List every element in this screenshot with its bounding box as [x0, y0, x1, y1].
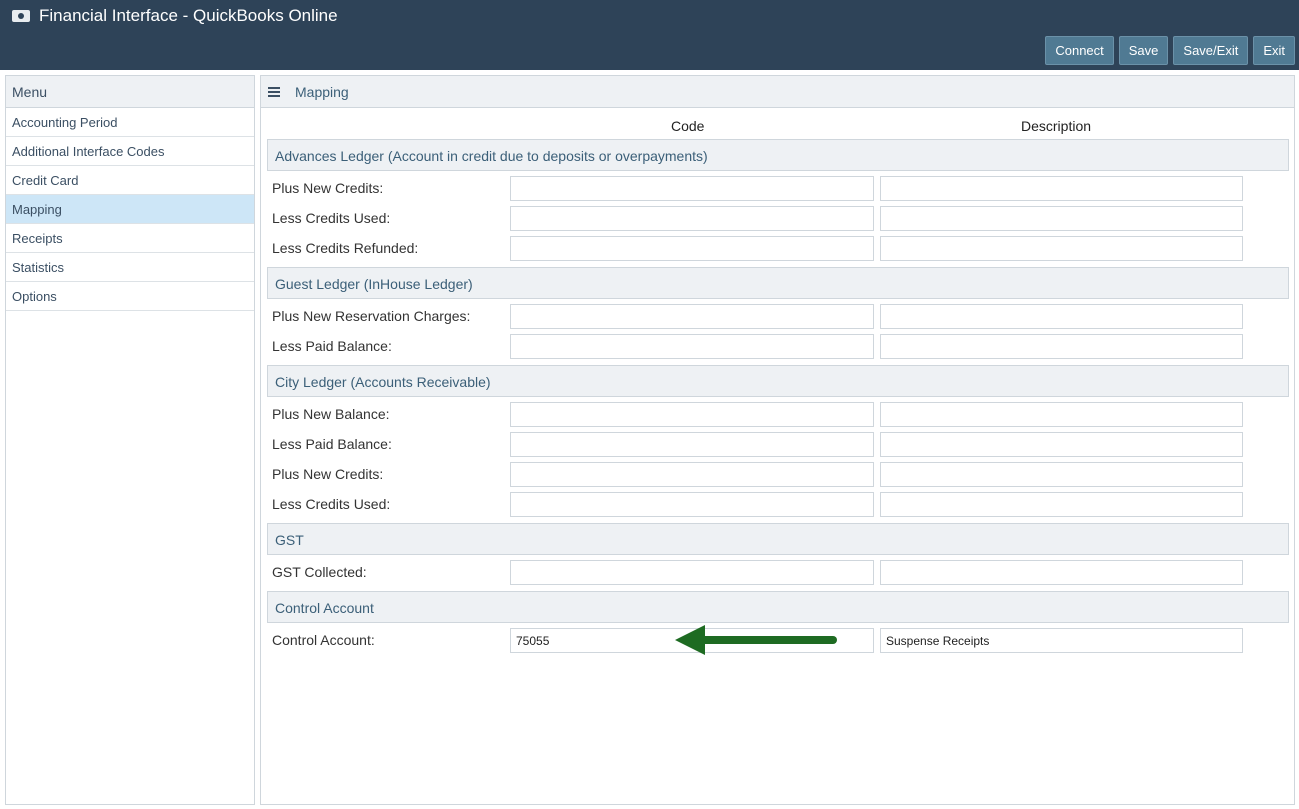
- code-input[interactable]: [510, 176, 874, 201]
- hamburger-menu-icon[interactable]: [268, 86, 280, 97]
- row-label: Plus New Balance:: [272, 406, 390, 422]
- section-city-ledger: City Ledger (Accounts Receivable): [267, 365, 1289, 397]
- column-header-description: Description: [1021, 118, 1092, 134]
- description-input[interactable]: [880, 462, 1243, 487]
- description-input[interactable]: [880, 432, 1243, 457]
- code-input[interactable]: [510, 236, 874, 261]
- menu-item-options[interactable]: Options: [6, 282, 254, 311]
- menu-item-accounting-period[interactable]: Accounting Period: [6, 108, 254, 137]
- code-input[interactable]: [510, 560, 874, 585]
- row-label: Less Paid Balance:: [272, 338, 392, 354]
- section-control-account: Control Account: [267, 591, 1289, 623]
- save-exit-button[interactable]: Save/Exit: [1173, 36, 1249, 65]
- code-input[interactable]: [510, 492, 874, 517]
- menu-item-mapping[interactable]: Mapping: [6, 195, 254, 224]
- panel-title: Mapping: [295, 83, 349, 100]
- row-label: Plus New Reservation Charges:: [272, 308, 471, 324]
- row-label: Less Credits Refunded:: [272, 240, 419, 256]
- description-input[interactable]: [880, 206, 1243, 231]
- row-label: GST Collected:: [272, 564, 367, 580]
- save-button[interactable]: Save: [1118, 36, 1169, 65]
- row-label: Plus New Credits:: [272, 466, 384, 482]
- panel-header: Mapping: [261, 76, 1294, 108]
- code-input[interactable]: [510, 304, 874, 329]
- menu-title: Menu: [6, 76, 254, 108]
- description-input[interactable]: [880, 560, 1243, 585]
- row-label: Less Credits Used:: [272, 496, 391, 512]
- description-input[interactable]: [880, 176, 1243, 201]
- toolbar: Connect Save Save/Exit Exit: [1045, 36, 1295, 65]
- section-advances-ledger: Advances Ledger (Account in credit due t…: [267, 139, 1289, 171]
- code-input[interactable]: [510, 334, 874, 359]
- menu-item-statistics[interactable]: Statistics: [6, 253, 254, 282]
- description-input[interactable]: [880, 304, 1243, 329]
- mapping-panel: Mapping Code Description Advances Ledger…: [260, 75, 1295, 805]
- menu-item-receipts[interactable]: Receipts: [6, 224, 254, 253]
- description-input[interactable]: [880, 236, 1243, 261]
- arrow-left-icon: [675, 625, 837, 655]
- description-input[interactable]: [880, 402, 1243, 427]
- connect-button[interactable]: Connect: [1045, 36, 1114, 65]
- column-header-code: Code: [671, 118, 705, 134]
- description-input[interactable]: [880, 334, 1243, 359]
- code-input[interactable]: [510, 206, 874, 231]
- exit-button[interactable]: Exit: [1253, 36, 1295, 65]
- row-label: Control Account:: [272, 632, 375, 648]
- row-label: Less Paid Balance:: [272, 436, 392, 452]
- code-input[interactable]: [510, 402, 874, 427]
- row-label: Plus New Credits:: [272, 180, 384, 196]
- section-guest-ledger: Guest Ledger (InHouse Ledger): [267, 267, 1289, 299]
- sidebar-menu: Menu Accounting Period Additional Interf…: [5, 75, 255, 805]
- description-input[interactable]: [880, 492, 1243, 517]
- menu-item-additional-interface-codes[interactable]: Additional Interface Codes: [6, 137, 254, 166]
- row-label: Less Credits Used:: [272, 210, 391, 226]
- section-gst: GST: [267, 523, 1289, 555]
- code-input[interactable]: [510, 462, 874, 487]
- control-account-description-input[interactable]: [880, 628, 1243, 653]
- menu-item-credit-card[interactable]: Credit Card: [6, 166, 254, 195]
- money-icon: [12, 10, 30, 22]
- window-title: Financial Interface - QuickBooks Online: [39, 6, 338, 25]
- title-bar: Financial Interface - QuickBooks Online …: [0, 0, 1299, 70]
- code-input[interactable]: [510, 432, 874, 457]
